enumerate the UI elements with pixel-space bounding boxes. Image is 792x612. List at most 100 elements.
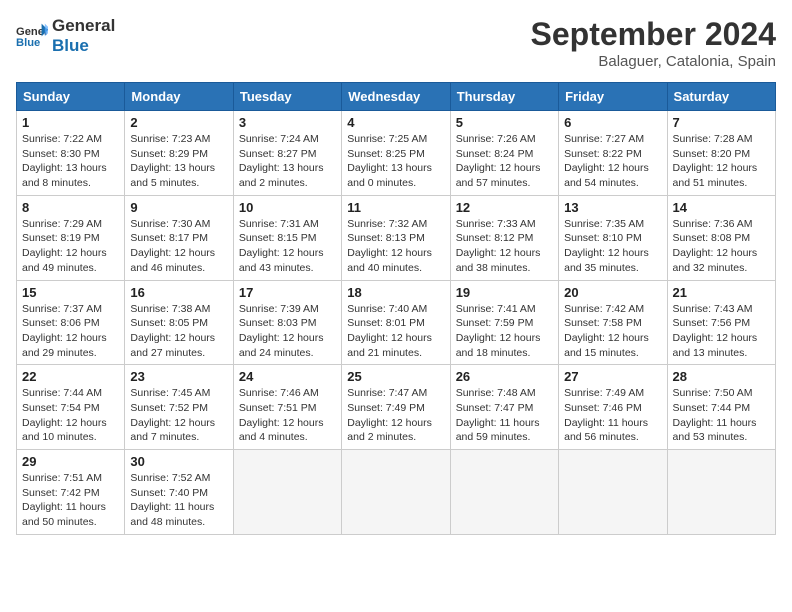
day-detail: Sunrise: 7:22 AMSunset: 8:30 PMDaylight:… [22, 133, 107, 189]
day-header-sunday: Sunday [17, 83, 125, 111]
calendar-cell [667, 450, 775, 535]
day-detail: Sunrise: 7:37 AMSunset: 8:06 PMDaylight:… [22, 303, 107, 359]
calendar-cell: 8 Sunrise: 7:29 AMSunset: 8:19 PMDayligh… [17, 195, 125, 280]
day-detail: Sunrise: 7:33 AMSunset: 8:12 PMDaylight:… [456, 218, 541, 274]
calendar-cell: 6 Sunrise: 7:27 AMSunset: 8:22 PMDayligh… [559, 111, 667, 196]
day-detail: Sunrise: 7:46 AMSunset: 7:51 PMDaylight:… [239, 387, 324, 443]
day-detail: Sunrise: 7:28 AMSunset: 8:20 PMDaylight:… [673, 133, 758, 189]
calendar-cell: 28 Sunrise: 7:50 AMSunset: 7:44 PMDaylig… [667, 365, 775, 450]
day-number: 15 [22, 285, 119, 300]
day-detail: Sunrise: 7:27 AMSunset: 8:22 PMDaylight:… [564, 133, 649, 189]
day-detail: Sunrise: 7:42 AMSunset: 7:58 PMDaylight:… [564, 303, 649, 359]
day-header-tuesday: Tuesday [233, 83, 341, 111]
day-detail: Sunrise: 7:35 AMSunset: 8:10 PMDaylight:… [564, 218, 649, 274]
calendar-header-row: SundayMondayTuesdayWednesdayThursdayFrid… [17, 83, 776, 111]
day-number: 26 [456, 369, 553, 384]
calendar-week-4: 22 Sunrise: 7:44 AMSunset: 7:54 PMDaylig… [17, 365, 776, 450]
calendar-cell: 22 Sunrise: 7:44 AMSunset: 7:54 PMDaylig… [17, 365, 125, 450]
day-number: 5 [456, 115, 553, 130]
logo-blue: Blue [52, 36, 115, 56]
day-number: 4 [347, 115, 444, 130]
day-detail: Sunrise: 7:48 AMSunset: 7:47 PMDaylight:… [456, 387, 540, 443]
calendar-cell: 5 Sunrise: 7:26 AMSunset: 8:24 PMDayligh… [450, 111, 558, 196]
day-number: 18 [347, 285, 444, 300]
day-number: 3 [239, 115, 336, 130]
day-detail: Sunrise: 7:45 AMSunset: 7:52 PMDaylight:… [130, 387, 215, 443]
day-number: 14 [673, 200, 770, 215]
day-header-friday: Friday [559, 83, 667, 111]
day-detail: Sunrise: 7:31 AMSunset: 8:15 PMDaylight:… [239, 218, 324, 274]
logo: General Blue General Blue [16, 16, 115, 55]
day-number: 19 [456, 285, 553, 300]
calendar-table: SundayMondayTuesdayWednesdayThursdayFrid… [16, 82, 776, 535]
day-detail: Sunrise: 7:51 AMSunset: 7:42 PMDaylight:… [22, 472, 106, 528]
day-number: 27 [564, 369, 661, 384]
day-number: 13 [564, 200, 661, 215]
calendar-cell [559, 450, 667, 535]
day-number: 16 [130, 285, 227, 300]
day-number: 23 [130, 369, 227, 384]
calendar-cell: 29 Sunrise: 7:51 AMSunset: 7:42 PMDaylig… [17, 450, 125, 535]
day-detail: Sunrise: 7:39 AMSunset: 8:03 PMDaylight:… [239, 303, 324, 359]
calendar-cell: 23 Sunrise: 7:45 AMSunset: 7:52 PMDaylig… [125, 365, 233, 450]
day-detail: Sunrise: 7:30 AMSunset: 8:17 PMDaylight:… [130, 218, 215, 274]
calendar-cell: 25 Sunrise: 7:47 AMSunset: 7:49 PMDaylig… [342, 365, 450, 450]
calendar-cell: 21 Sunrise: 7:43 AMSunset: 7:56 PMDaylig… [667, 280, 775, 365]
calendar-week-1: 1 Sunrise: 7:22 AMSunset: 8:30 PMDayligh… [17, 111, 776, 196]
logo-general: General [52, 16, 115, 36]
day-number: 2 [130, 115, 227, 130]
day-number: 29 [22, 454, 119, 469]
day-number: 20 [564, 285, 661, 300]
day-number: 30 [130, 454, 227, 469]
day-detail: Sunrise: 7:52 AMSunset: 7:40 PMDaylight:… [130, 472, 214, 528]
day-detail: Sunrise: 7:47 AMSunset: 7:49 PMDaylight:… [347, 387, 432, 443]
day-detail: Sunrise: 7:26 AMSunset: 8:24 PMDaylight:… [456, 133, 541, 189]
day-number: 1 [22, 115, 119, 130]
calendar-cell: 27 Sunrise: 7:49 AMSunset: 7:46 PMDaylig… [559, 365, 667, 450]
page-header: General Blue General Blue September 2024… [16, 16, 776, 70]
calendar-cell: 14 Sunrise: 7:36 AMSunset: 8:08 PMDaylig… [667, 195, 775, 280]
day-header-saturday: Saturday [667, 83, 775, 111]
calendar-cell: 24 Sunrise: 7:46 AMSunset: 7:51 PMDaylig… [233, 365, 341, 450]
day-number: 10 [239, 200, 336, 215]
calendar-cell: 16 Sunrise: 7:38 AMSunset: 8:05 PMDaylig… [125, 280, 233, 365]
calendar-cell: 4 Sunrise: 7:25 AMSunset: 8:25 PMDayligh… [342, 111, 450, 196]
day-number: 7 [673, 115, 770, 130]
day-detail: Sunrise: 7:23 AMSunset: 8:29 PMDaylight:… [130, 133, 215, 189]
calendar-cell: 7 Sunrise: 7:28 AMSunset: 8:20 PMDayligh… [667, 111, 775, 196]
calendar-cell: 3 Sunrise: 7:24 AMSunset: 8:27 PMDayligh… [233, 111, 341, 196]
calendar-cell: 11 Sunrise: 7:32 AMSunset: 8:13 PMDaylig… [342, 195, 450, 280]
calendar-cell: 1 Sunrise: 7:22 AMSunset: 8:30 PMDayligh… [17, 111, 125, 196]
calendar-cell: 13 Sunrise: 7:35 AMSunset: 8:10 PMDaylig… [559, 195, 667, 280]
day-detail: Sunrise: 7:38 AMSunset: 8:05 PMDaylight:… [130, 303, 215, 359]
calendar-cell: 9 Sunrise: 7:30 AMSunset: 8:17 PMDayligh… [125, 195, 233, 280]
calendar-cell: 17 Sunrise: 7:39 AMSunset: 8:03 PMDaylig… [233, 280, 341, 365]
month-year-title: September 2024 [531, 16, 776, 53]
day-header-monday: Monday [125, 83, 233, 111]
day-detail: Sunrise: 7:44 AMSunset: 7:54 PMDaylight:… [22, 387, 107, 443]
day-number: 25 [347, 369, 444, 384]
day-detail: Sunrise: 7:43 AMSunset: 7:56 PMDaylight:… [673, 303, 758, 359]
calendar-week-3: 15 Sunrise: 7:37 AMSunset: 8:06 PMDaylig… [17, 280, 776, 365]
calendar-cell [450, 450, 558, 535]
calendar-cell: 15 Sunrise: 7:37 AMSunset: 8:06 PMDaylig… [17, 280, 125, 365]
day-detail: Sunrise: 7:49 AMSunset: 7:46 PMDaylight:… [564, 387, 648, 443]
calendar-cell: 10 Sunrise: 7:31 AMSunset: 8:15 PMDaylig… [233, 195, 341, 280]
day-header-wednesday: Wednesday [342, 83, 450, 111]
svg-text:Blue: Blue [16, 37, 40, 49]
day-detail: Sunrise: 7:36 AMSunset: 8:08 PMDaylight:… [673, 218, 758, 274]
logo-icon: General Blue [16, 22, 48, 50]
day-number: 12 [456, 200, 553, 215]
day-number: 17 [239, 285, 336, 300]
day-number: 22 [22, 369, 119, 384]
day-detail: Sunrise: 7:50 AMSunset: 7:44 PMDaylight:… [673, 387, 757, 443]
day-number: 24 [239, 369, 336, 384]
calendar-cell [233, 450, 341, 535]
title-block: September 2024 Balaguer, Catalonia, Spai… [531, 16, 776, 70]
calendar-cell: 18 Sunrise: 7:40 AMSunset: 8:01 PMDaylig… [342, 280, 450, 365]
day-detail: Sunrise: 7:32 AMSunset: 8:13 PMDaylight:… [347, 218, 432, 274]
calendar-cell: 2 Sunrise: 7:23 AMSunset: 8:29 PMDayligh… [125, 111, 233, 196]
day-number: 9 [130, 200, 227, 215]
calendar-cell: 19 Sunrise: 7:41 AMSunset: 7:59 PMDaylig… [450, 280, 558, 365]
calendar-week-5: 29 Sunrise: 7:51 AMSunset: 7:42 PMDaylig… [17, 450, 776, 535]
